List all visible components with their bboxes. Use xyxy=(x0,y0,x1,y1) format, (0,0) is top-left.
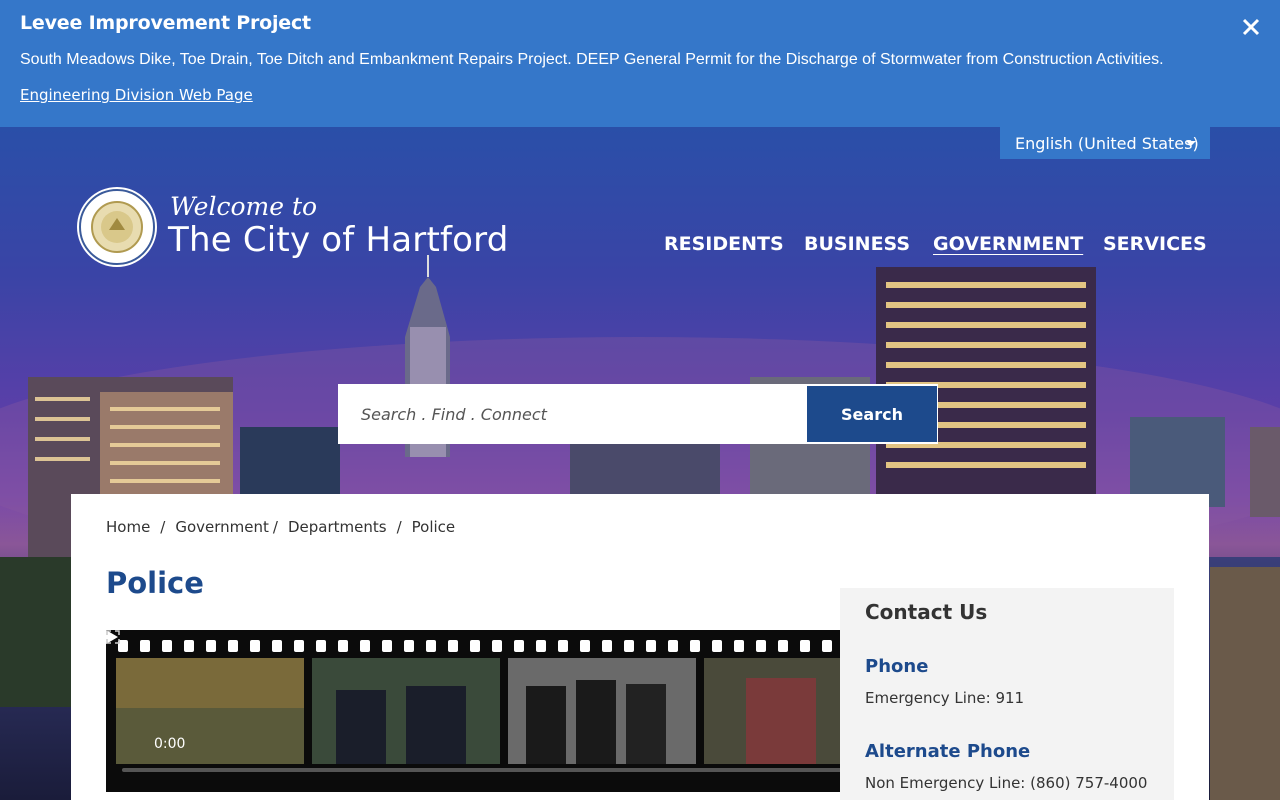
breadcrumb-separator: / xyxy=(160,518,166,536)
alert-title: Levee Improvement Project xyxy=(20,12,311,34)
content-card: Home / Government / Departments / Police… xyxy=(71,494,1209,800)
site-title[interactable]: The City of Hartford xyxy=(168,220,509,260)
page-title: Police xyxy=(106,566,204,600)
video-time: 0:00 xyxy=(154,736,186,752)
nav-government[interactable]: GOVERNMENT xyxy=(933,233,1083,255)
language-selector[interactable]: English (United States) xyxy=(1000,127,1210,159)
engineering-division-link[interactable]: Engineering Division Web Page xyxy=(20,86,253,104)
breadcrumb-government[interactable]: Government xyxy=(175,518,269,536)
city-seal-logo[interactable] xyxy=(76,186,158,268)
search-input[interactable] xyxy=(339,385,807,443)
fullscreen-icon[interactable] xyxy=(106,630,120,644)
alternate-phone-label: Alternate Phone xyxy=(865,741,1031,762)
alert-banner: Levee Improvement Project South Meadows … xyxy=(0,0,1280,127)
breadcrumb: Home / Government / Departments / Police xyxy=(106,518,455,536)
nav-residents[interactable]: RESIDENTS xyxy=(664,233,784,255)
video-progress-bar[interactable] xyxy=(122,768,840,772)
close-icon[interactable] xyxy=(1240,16,1262,38)
contact-panel: Contact Us Phone Emergency Line: 911 Alt… xyxy=(840,588,1174,800)
video-player[interactable]: 0:00 xyxy=(106,630,840,792)
language-selected: English (United States) xyxy=(1015,133,1199,153)
alternate-phone-value: Non Emergency Line: (860) 757-4000 xyxy=(865,774,1148,792)
breadcrumb-departments[interactable]: Departments xyxy=(288,518,387,536)
alert-text: South Meadows Dike, Toe Drain, Toe Ditch… xyxy=(20,51,1164,68)
contact-title: Contact Us xyxy=(865,600,988,624)
search-bar: Search xyxy=(338,384,938,444)
nav-business[interactable]: BUSINESS xyxy=(804,233,910,255)
breadcrumb-current: Police xyxy=(411,518,456,536)
welcome-text: Welcome to xyxy=(170,192,318,221)
search-button[interactable]: Search xyxy=(807,386,937,442)
phone-label: Phone xyxy=(865,656,929,677)
breadcrumb-separator: / xyxy=(272,518,278,536)
breadcrumb-separator: / xyxy=(396,518,402,536)
breadcrumb-home[interactable]: Home xyxy=(106,518,150,536)
chevron-down-icon xyxy=(1186,141,1196,146)
phone-value: Emergency Line: 911 xyxy=(865,689,1025,707)
nav-services[interactable]: SERVICES xyxy=(1103,233,1207,255)
